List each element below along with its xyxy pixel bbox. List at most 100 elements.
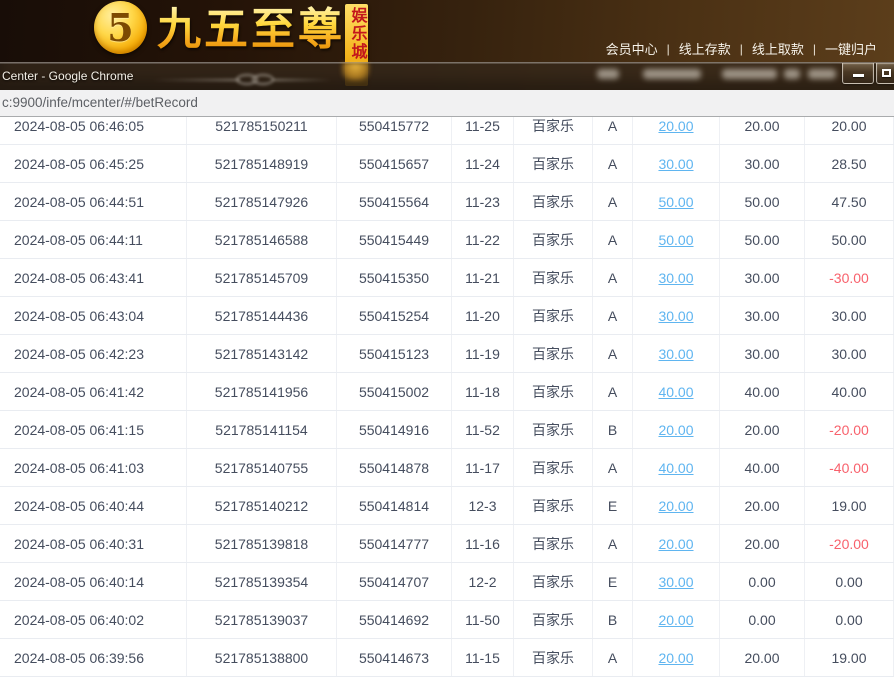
cell-win-loss: 47.50 — [805, 183, 894, 220]
cell-table-number: 11-25 — [452, 117, 514, 144]
cell-bet-type: A — [593, 639, 633, 676]
bet-amount-link[interactable]: 30.00 — [658, 270, 693, 286]
address-bar[interactable]: c:9900/infe/mcenter/#/betRecord — [0, 90, 894, 117]
cell-bet-time: 2024-08-05 06:41:03 — [0, 449, 187, 486]
bet-amount-link[interactable]: 40.00 — [658, 384, 693, 400]
cell-win-loss: 50.00 — [805, 221, 894, 258]
cell-round-id: 550415564 — [337, 183, 452, 220]
cell-valid-amount: 50.00 — [720, 221, 805, 258]
cell-table-number: 11-52 — [452, 411, 514, 448]
cell-bet-amount: 30.00 — [633, 259, 720, 296]
bet-amount-link[interactable]: 20.00 — [658, 422, 693, 438]
table-row: 2024-08-05 06:40:02 521785139037 5504146… — [0, 601, 894, 639]
cell-bet-amount: 20.00 — [633, 411, 720, 448]
cell-table-number: 11-21 — [452, 259, 514, 296]
table-row: 2024-08-05 06:42:23 521785143142 5504151… — [0, 335, 894, 373]
nav-online-withdraw[interactable]: 线上取款 — [752, 39, 804, 58]
cell-bet-type: B — [593, 601, 633, 638]
cell-bet-amount: 20.00 — [633, 601, 720, 638]
cell-round-id: 550415350 — [337, 259, 452, 296]
bet-amount-link[interactable]: 20.00 — [658, 536, 693, 552]
bet-amount-link[interactable]: 20.00 — [658, 650, 693, 666]
cell-round-id: 550414707 — [337, 563, 452, 600]
cell-table-number: 11-24 — [452, 145, 514, 182]
cell-table-number: 11-23 — [452, 183, 514, 220]
nav-separator: | — [739, 41, 743, 56]
table-row: 2024-08-05 06:43:04 521785144436 5504152… — [0, 297, 894, 335]
bet-amount-link[interactable]: 20.00 — [658, 498, 693, 514]
cell-bet-amount: 30.00 — [633, 563, 720, 600]
window-title: Center - Google Chrome — [2, 69, 134, 83]
cell-game-name: 百家乐 — [514, 601, 593, 638]
badge-text: 娱乐城 — [348, 7, 366, 61]
maximize-icon — [881, 69, 891, 77]
cell-win-loss: -20.00 — [805, 525, 894, 562]
window-titlebar[interactable]: Center - Google Chrome — [0, 62, 894, 90]
cell-bet-id: 521785147926 — [187, 183, 337, 220]
cell-bet-type: A — [593, 183, 633, 220]
minimize-button[interactable] — [842, 63, 874, 84]
cell-win-loss: 20.00 — [805, 117, 894, 144]
cell-bet-amount: 20.00 — [633, 525, 720, 562]
maximize-button[interactable] — [876, 63, 894, 84]
cell-table-number: 11-15 — [452, 639, 514, 676]
bet-amount-link[interactable]: 30.00 — [658, 574, 693, 590]
cell-table-number: 12-2 — [452, 563, 514, 600]
bet-amount-link[interactable]: 20.00 — [658, 612, 693, 628]
cell-win-loss: -40.00 — [805, 449, 894, 486]
cell-round-id: 550415449 — [337, 221, 452, 258]
cell-bet-amount: 40.00 — [633, 449, 720, 486]
cell-table-number: 11-19 — [452, 335, 514, 372]
cell-bet-type: A — [593, 145, 633, 182]
bet-amount-link[interactable]: 30.00 — [658, 308, 693, 324]
bet-amount-link[interactable]: 30.00 — [658, 346, 693, 362]
cell-valid-amount: 30.00 — [720, 259, 805, 296]
nav-one-key-transfer[interactable]: 一键归户 — [825, 39, 877, 58]
cell-bet-amount: 40.00 — [633, 373, 720, 410]
cell-bet-time: 2024-08-05 06:42:23 — [0, 335, 187, 372]
cell-bet-id: 521785139037 — [187, 601, 337, 638]
bet-amount-link[interactable]: 50.00 — [658, 194, 693, 210]
cell-table-number: 11-17 — [452, 449, 514, 486]
cell-bet-amount: 20.00 — [633, 639, 720, 676]
cell-valid-amount: 30.00 — [720, 145, 805, 182]
cell-bet-amount: 20.00 — [633, 487, 720, 524]
nav-separator: | — [666, 41, 670, 56]
cell-table-number: 11-20 — [452, 297, 514, 334]
cell-valid-amount: 20.00 — [720, 525, 805, 562]
bet-amount-link[interactable]: 20.00 — [658, 118, 693, 134]
minimize-icon — [852, 73, 864, 77]
table-row: 2024-08-05 06:44:11 521785146588 5504154… — [0, 221, 894, 259]
cell-bet-id: 521785139818 — [187, 525, 337, 562]
cell-round-id: 550415002 — [337, 373, 452, 410]
page-content: 2024-08-05 06:46:05 521785150211 5504157… — [0, 117, 894, 687]
bet-amount-link[interactable]: 50.00 — [658, 232, 693, 248]
cell-bet-id: 521785143142 — [187, 335, 337, 372]
nav-member-center[interactable]: 会员中心 — [606, 39, 658, 58]
nav-separator: | — [812, 41, 816, 56]
bet-record-table: 2024-08-05 06:46:05 521785150211 5504157… — [0, 117, 894, 677]
cell-bet-id: 521785141956 — [187, 373, 337, 410]
cell-bet-id: 521785146588 — [187, 221, 337, 258]
cell-win-loss: -30.00 — [805, 259, 894, 296]
cell-round-id: 550414692 — [337, 601, 452, 638]
blurred-user-info — [808, 69, 836, 79]
cell-game-name: 百家乐 — [514, 183, 593, 220]
cell-game-name: 百家乐 — [514, 525, 593, 562]
cell-valid-amount: 30.00 — [720, 335, 805, 372]
bet-amount-link[interactable]: 30.00 — [658, 156, 693, 172]
decorative-swirl — [152, 74, 332, 86]
cell-round-id: 550415772 — [337, 117, 452, 144]
cell-round-id: 550414777 — [337, 525, 452, 562]
cell-bet-type: A — [593, 117, 633, 144]
table-row: 2024-08-05 06:41:03 521785140755 5504148… — [0, 449, 894, 487]
cell-bet-amount: 30.00 — [633, 335, 720, 372]
cell-win-loss: 0.00 — [805, 563, 894, 600]
cell-bet-time: 2024-08-05 06:44:11 — [0, 221, 187, 258]
nav-online-deposit[interactable]: 线上存款 — [679, 39, 731, 58]
cell-bet-id: 521785139354 — [187, 563, 337, 600]
cell-game-name: 百家乐 — [514, 145, 593, 182]
bet-amount-link[interactable]: 40.00 — [658, 460, 693, 476]
table-row: 2024-08-05 06:39:56 521785138800 5504146… — [0, 639, 894, 677]
cell-bet-id: 521785140755 — [187, 449, 337, 486]
